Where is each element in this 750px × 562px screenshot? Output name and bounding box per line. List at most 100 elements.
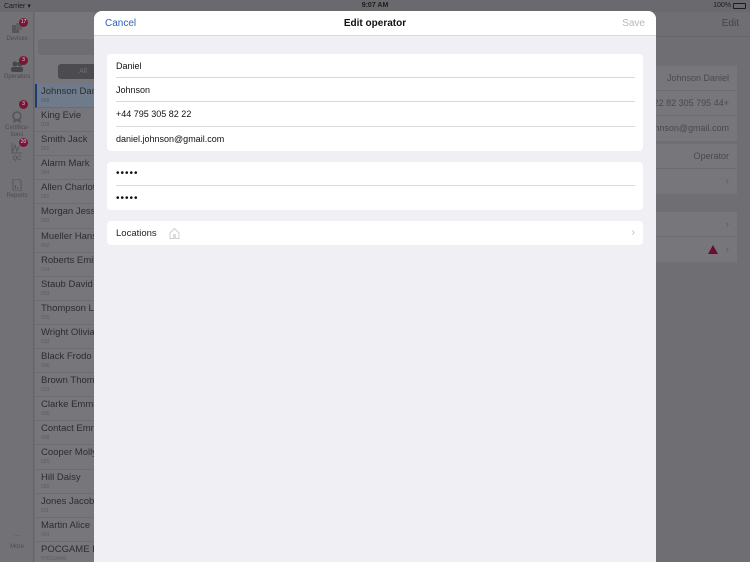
operator-list-item[interactable]: King Evie 019 xyxy=(35,108,95,133)
operator-list-item[interactable]: Staub David 003 xyxy=(35,277,95,301)
email-field[interactable] xyxy=(116,133,635,144)
operator-name: Allen Charlotte xyxy=(41,182,95,194)
operators-icon: 3 xyxy=(11,56,28,72)
operator-name: Cooper Molly xyxy=(41,447,95,459)
detail-pane: Edit Johnson Daniel +44 795 305 82 22 da… xyxy=(656,12,750,562)
operator-name: Brown Thomas xyxy=(41,375,95,387)
operator-name: Martin Alice xyxy=(41,519,91,531)
reports-icon xyxy=(11,178,23,192)
battery-icon xyxy=(733,2,746,9)
tab-operators[interactable]: 3 Operators xyxy=(0,56,34,80)
operator-list-item[interactable]: Alarm Mark 004 xyxy=(35,156,95,181)
certifications-badge: 3 xyxy=(19,100,28,109)
detail-row-disclosure[interactable]: › xyxy=(656,169,737,194)
last-name-field[interactable] xyxy=(116,84,635,95)
operator-name: Staub David xyxy=(41,278,93,290)
chevron-right-icon: › xyxy=(725,244,729,255)
detail-warning-row[interactable]: › xyxy=(656,237,737,262)
operator-id: 004 xyxy=(41,170,50,177)
first-name-row xyxy=(116,54,635,79)
operator-name: Thompson Lily xyxy=(41,302,95,314)
email-row xyxy=(116,127,635,151)
operator-id: 014 xyxy=(41,266,50,273)
operator-id: 001 xyxy=(41,146,50,153)
clock: 9:07 AM xyxy=(361,2,389,9)
operator-list-item[interactable]: Wright Olivia 010 xyxy=(35,325,95,350)
password-confirm-row xyxy=(116,186,635,210)
operator-id: 015 xyxy=(41,314,50,321)
operator-id: 005 xyxy=(41,411,50,418)
operator-list-item[interactable]: Johnson Daniel009 xyxy=(35,84,95,109)
save-button[interactable]: Save xyxy=(622,18,645,29)
devices-badge: 17 xyxy=(19,18,28,27)
tab-reports[interactable]: Reports xyxy=(0,178,34,199)
detail-phone: +44 795 305 82 22 xyxy=(656,91,737,116)
tab-certifications[interactable]: 3 Certifica- tions xyxy=(0,97,34,146)
operator-name: Black Frodo xyxy=(41,351,92,363)
operator-list-item[interactable]: Cooper Molly 025 xyxy=(35,445,95,470)
operator-list-item[interactable]: Thompson Lily015 xyxy=(35,301,95,325)
more-icon: … xyxy=(13,529,21,538)
operator-list-item[interactable]: Jones Jacob 011 xyxy=(35,494,95,518)
operator-name: Smith Jack xyxy=(41,134,88,146)
operator-name: Roberts Emily xyxy=(41,254,95,266)
operator-list-item[interactable]: Roberts Emily 014 xyxy=(35,253,95,277)
operator-list-item[interactable]: Hill Daisy 026 xyxy=(35,470,95,494)
first-name-field[interactable] xyxy=(116,60,635,71)
detail-email: daniel.johnson@gmail.com xyxy=(656,123,729,133)
operator-id: 002 xyxy=(41,242,50,249)
edit-operator-modal: Cancel Edit operator Save Locations xyxy=(94,11,656,562)
operators-badge: 3 xyxy=(19,56,28,65)
operator-id: 003 xyxy=(41,290,50,297)
operator-id: 008 xyxy=(41,435,50,442)
locations-row[interactable]: Locations › xyxy=(107,221,643,245)
operator-list-item[interactable]: Mueller Hans 002 xyxy=(35,229,95,253)
operator-list-item[interactable]: POCGAME P POCGAME xyxy=(35,542,95,562)
detail-role-group: Operator › xyxy=(656,144,737,194)
modal-title: Edit operator xyxy=(343,18,407,29)
contact-fields-group xyxy=(107,54,643,151)
operator-list-item[interactable]: Contact Emma008 xyxy=(35,421,95,446)
operator-list-item[interactable]: Brown Thomas013 xyxy=(35,373,95,398)
operator-list-item[interactable]: Allen Charlotte021 xyxy=(35,180,95,205)
password-confirm-field[interactable] xyxy=(116,192,635,204)
tab-more[interactable]: … More xyxy=(0,529,34,551)
phone-field[interactable] xyxy=(116,108,635,119)
operator-list-item[interactable]: Smith Jack 001 xyxy=(35,132,95,157)
operator-id: 010 xyxy=(41,338,50,345)
operator-list-pane: All Johnson Daniel009King Evie019Smith J… xyxy=(35,12,108,562)
operator-id: 006 xyxy=(41,363,50,370)
operator-id: 019 xyxy=(41,122,50,129)
operator-name: Jones Jacob xyxy=(41,495,95,507)
devices-icon: 17 xyxy=(11,18,28,34)
operator-name: Wright Olivia xyxy=(41,326,95,338)
password-fields-group xyxy=(107,162,643,211)
operator-list-item[interactable]: Black Frodo 006 xyxy=(35,349,95,374)
operator-id: POCGAME xyxy=(41,555,67,562)
operator-name: POCGAME P xyxy=(41,543,95,555)
operator-list-item[interactable]: Morgan Jessica020 xyxy=(35,204,95,229)
operator-list-item[interactable]: Martin Alice 024 xyxy=(35,518,95,542)
operator-id: 011 xyxy=(41,507,49,514)
locations-group: Locations › xyxy=(107,221,643,245)
edit-button[interactable]: Edit xyxy=(722,18,739,29)
operator-id: 020 xyxy=(41,218,50,225)
locations-label: Locations xyxy=(116,227,157,239)
qc-badge: 20 xyxy=(19,138,28,147)
home-icon xyxy=(169,227,180,239)
tab-qc[interactable]: 20 QC xyxy=(0,138,34,162)
detail-contact-group: Johnson Daniel +44 795 305 82 22 daniel.… xyxy=(656,66,737,141)
tab-devices[interactable]: 17 Devices xyxy=(0,18,34,42)
operator-id: 009 xyxy=(41,98,50,104)
warning-icon xyxy=(707,245,718,255)
operator-list-item[interactable]: Clarke Emmily005 xyxy=(35,397,95,422)
password-field[interactable] xyxy=(116,168,635,180)
operator-name: Morgan Jessica xyxy=(41,206,95,218)
operator-id: 013 xyxy=(41,387,50,394)
operator-id: 026 xyxy=(41,483,50,490)
operator-name: Clarke Emmily xyxy=(41,399,95,411)
certifications-icon: 3 xyxy=(11,100,28,123)
detail-link-row[interactable]: › xyxy=(656,212,737,237)
operator-name: Hill Daisy xyxy=(41,471,81,483)
password-row xyxy=(116,162,635,187)
